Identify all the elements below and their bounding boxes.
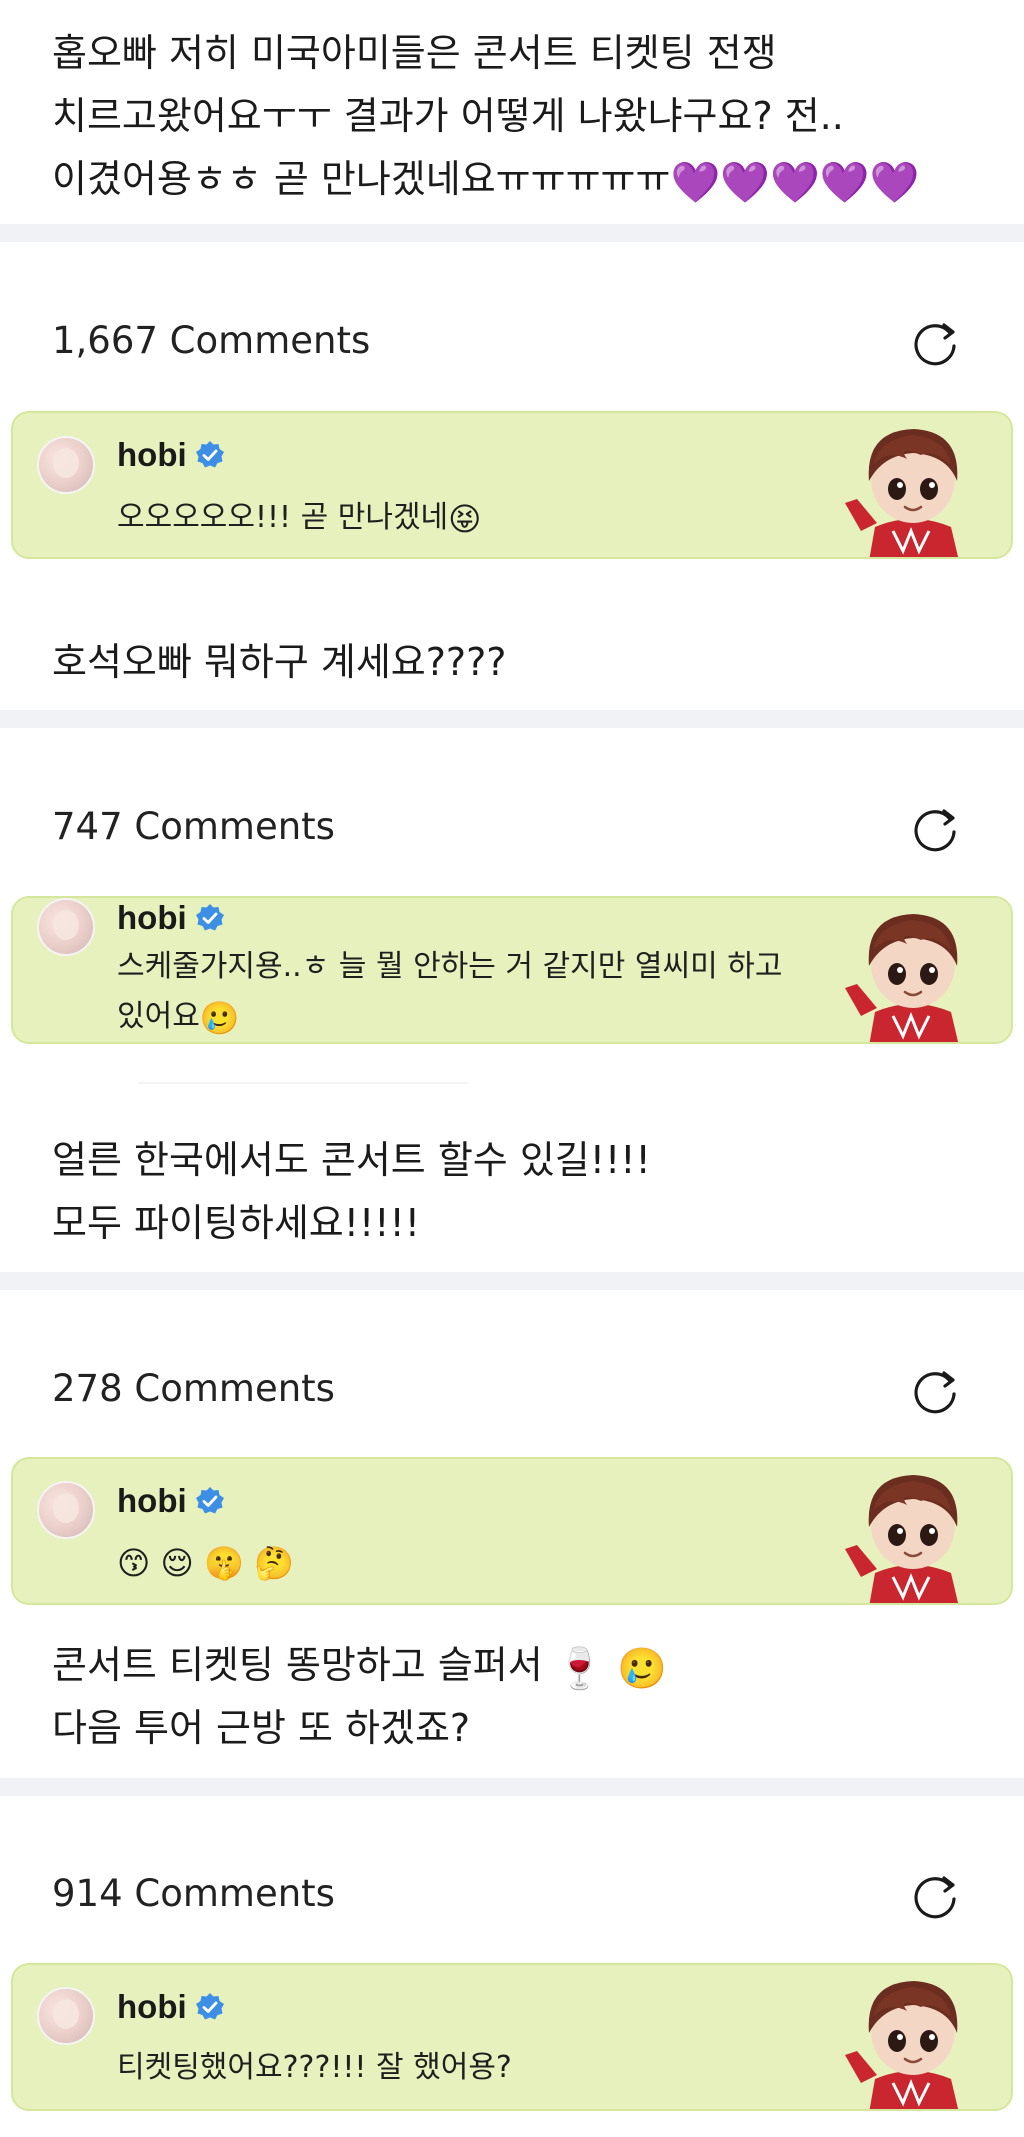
refresh-icon[interactable] — [908, 1869, 962, 1923]
verified-badge-icon — [195, 441, 224, 468]
refresh-icon[interactable] — [908, 316, 962, 370]
purple-heart-emojis: 💜💜💜💜💜 — [670, 160, 920, 206]
artist-name-text: hobi — [117, 436, 187, 473]
artist-reply-card[interactable]: hobi 오오오오오!!! 곧 만나겠네😝 — [11, 411, 1013, 559]
comment-count[interactable]: 1,667 Comments — [52, 318, 370, 364]
fan-letter-feed: 홉오빠 저히 미국아미들은 콘서트 티켓팅 전쟁 치르고왔어요ㅜㅜ 결과가 어떻… — [0, 0, 1024, 2137]
reply-body: 오오오오오!!! 곧 만나겠네 — [117, 500, 449, 535]
artist-reply-text: 오오오오오!!! 곧 만나겠네😝 — [117, 493, 817, 544]
comments-header: 747 Comments — [0, 792, 1024, 862]
avatar[interactable] — [37, 898, 95, 956]
character-sticker — [845, 1981, 959, 2109]
reply-body: 티켓팅했어요???!!! 잘 했어용? — [117, 2050, 512, 2085]
section-divider — [0, 1272, 1024, 1290]
artist-name-text: hobi — [117, 1482, 187, 1519]
comment-count[interactable]: 278 Comments — [52, 1366, 335, 1412]
reply-emoji: 🥲 — [199, 999, 240, 1037]
character-sticker — [845, 429, 959, 557]
comments-header: 1,667 Comments — [0, 306, 1024, 376]
artist-name-text: hobi — [117, 1988, 187, 2025]
character-sticker — [845, 914, 959, 1042]
fan-post-text: 호석오빠 뭐하구 계세요???? — [52, 631, 984, 694]
refresh-icon[interactable] — [908, 802, 962, 856]
section-divider — [0, 710, 1024, 728]
verified-badge-icon — [195, 1487, 224, 1514]
artist-name: hobi — [117, 1987, 225, 2027]
artist-reply-text: 티켓팅했어요???!!! 잘 했어용? — [117, 2043, 817, 2093]
fan-post-body: 얼른 한국에서도 콘서트 할수 있길!!!! 모두 파이팅하세요!!!!! — [52, 1138, 651, 1245]
reply-emoji: 😙 😌 🤫 🤔 — [117, 1544, 294, 1582]
artist-reply-text: 😙 😌 🤫 🤔 — [117, 1537, 817, 1588]
fan-post-body: 호석오빠 뭐하구 계세요???? — [52, 640, 507, 684]
avatar[interactable] — [37, 1481, 95, 1539]
avatar[interactable] — [37, 436, 95, 494]
verified-badge-icon — [195, 904, 224, 931]
section-divider — [0, 1778, 1024, 1796]
artist-name-text: hobi — [117, 899, 187, 936]
comment-count[interactable]: 914 Comments — [52, 1871, 335, 1917]
comments-header: 278 Comments — [0, 1354, 1024, 1424]
avatar[interactable] — [37, 1987, 95, 2045]
comment-count[interactable]: 747 Comments — [52, 804, 335, 850]
artist-name: hobi — [117, 435, 225, 475]
fan-post-body: 다음 투어 근방 또 하겠죠? — [52, 1706, 471, 1750]
refresh-icon[interactable] — [908, 1364, 962, 1418]
fan-post-text-line2: 다음 투어 근방 또 하겠죠? — [52, 1697, 984, 1760]
comments-header: 914 Comments — [0, 1859, 1024, 1929]
fan-post-body: 콘서트 티켓팅 똥망하고 슬퍼서 — [52, 1643, 555, 1687]
fan-post-text: 콘서트 티켓팅 똥망하고 슬퍼서 🍷 🥲 — [52, 1634, 984, 1701]
section-divider — [0, 224, 1024, 242]
artist-name: hobi — [117, 1481, 225, 1521]
artist-reply-card[interactable]: hobi 스케줄가지용..ㅎ 늘 뭘 안하는 거 같지만 열씨미 하고 있어요🥲 — [11, 896, 1013, 1044]
artist-reply-text: 스케줄가지용..ㅎ 늘 뭘 안하는 거 같지만 열씨미 하고 있어요🥲 — [117, 942, 837, 1042]
thin-divider — [138, 1082, 468, 1084]
fan-post-text: 얼른 한국에서도 콘서트 할수 있길!!!! 모두 파이팅하세요!!!!! — [52, 1129, 984, 1255]
artist-name: hobi — [117, 898, 225, 938]
reply-emoji: 😝 — [448, 500, 482, 538]
character-sticker — [845, 1475, 959, 1603]
fan-post-text: 홉오빠 저히 미국아미들은 콘서트 티켓팅 전쟁 치르고왔어요ㅜㅜ 결과가 어떻… — [52, 22, 984, 215]
verified-badge-icon — [195, 1993, 224, 2020]
artist-reply-card[interactable]: hobi 😙 😌 🤫 🤔 — [11, 1457, 1013, 1605]
wine-tear-emojis: 🍷 🥲 — [554, 1646, 668, 1692]
artist-reply-card[interactable]: hobi 티켓팅했어요???!!! 잘 했어용? — [11, 1963, 1013, 2111]
